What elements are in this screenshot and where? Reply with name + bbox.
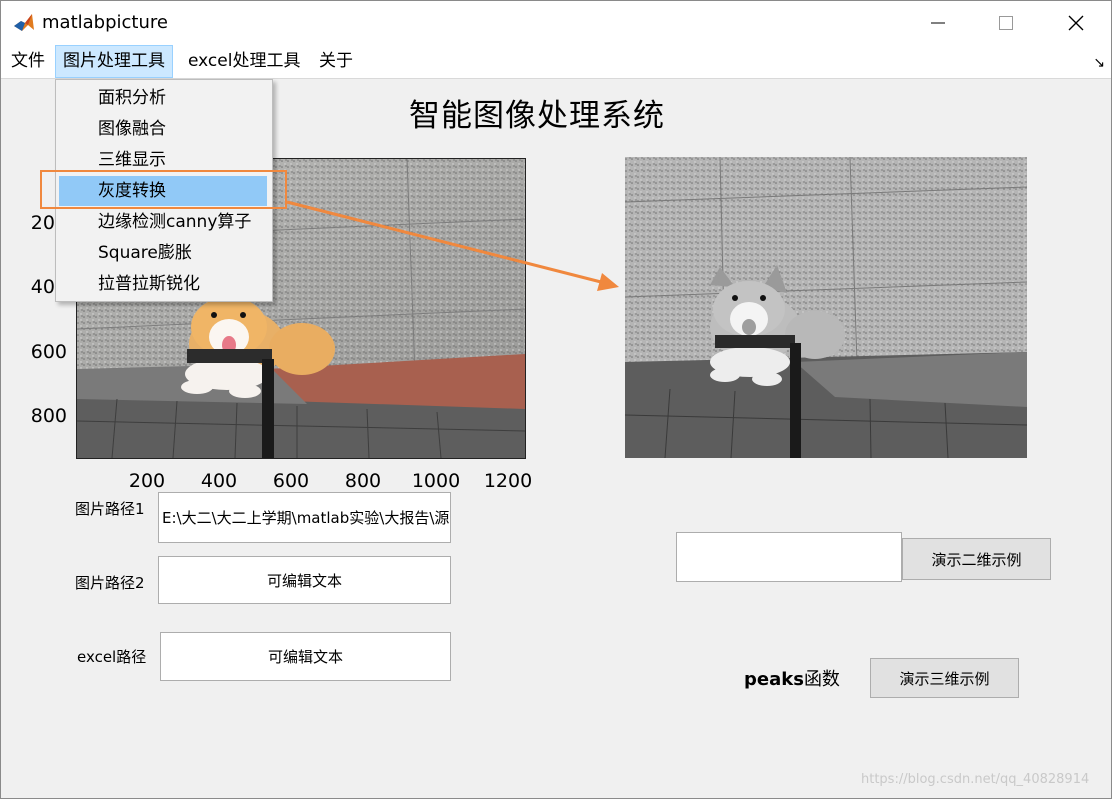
watermark: https://blog.csdn.net/qq_40828914 [861, 772, 1090, 787]
annotation-arrow-icon [286, 200, 619, 291]
app-window: matlabpicture 文件 图片处理工具 excel处理工具 关于 ↘ 智… [0, 0, 1112, 799]
